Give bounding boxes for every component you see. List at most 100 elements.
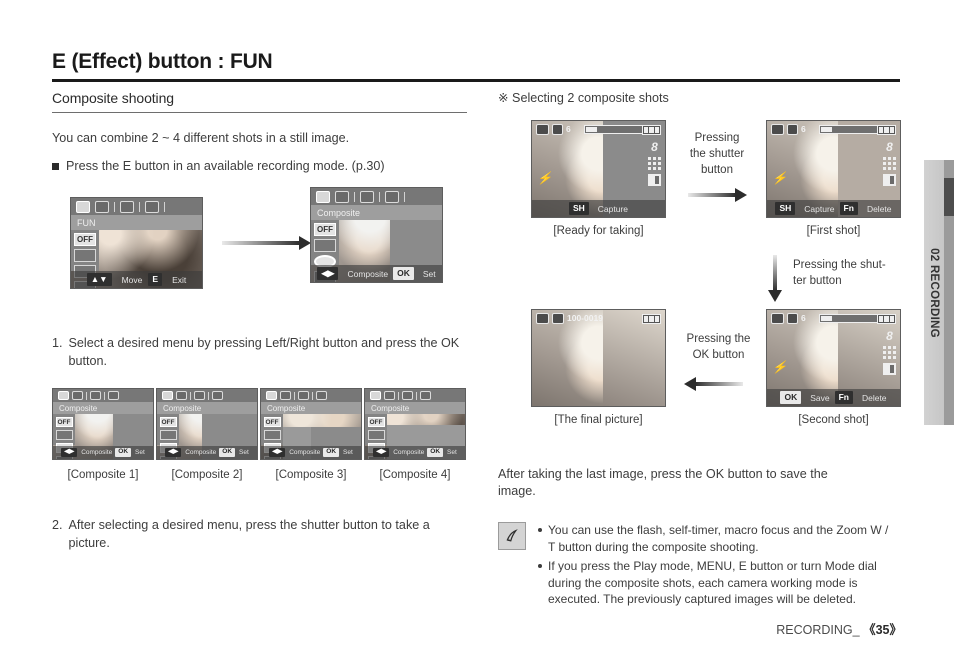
composite-nav-label: Composite	[347, 268, 389, 279]
set-label: Set	[135, 449, 145, 456]
chapter-side-tab-label: 02 RECORDING	[928, 247, 940, 338]
tab-icon-setup[interactable]	[316, 391, 327, 400]
arrow-down-icon	[768, 255, 782, 302]
ok-button-key[interactable]: OK	[219, 448, 236, 457]
option-off[interactable]: OFF	[314, 223, 336, 236]
option-photo-frame-icon[interactable]	[314, 239, 336, 252]
tab-icon-setup[interactable]	[212, 391, 223, 400]
composite-thumb-4: Composite OFF ◀▶ Composite OK Set [Compo	[364, 388, 466, 481]
leftright-key-icon[interactable]: ◀▶	[269, 448, 286, 457]
shots-icon	[787, 124, 798, 135]
ok-key[interactable]: OK	[780, 391, 802, 404]
tab-icon-mode[interactable]	[76, 200, 90, 213]
tab-icon-setup[interactable]	[108, 391, 119, 400]
tab-separator	[354, 191, 355, 202]
fn-key[interactable]: Fn	[839, 202, 858, 215]
tab-icon-effect[interactable]	[298, 391, 309, 400]
tab-icon-color[interactable]	[176, 391, 187, 400]
tab-icon-effect[interactable]	[194, 391, 205, 400]
battery-icon	[877, 125, 896, 135]
leftright-key-icon[interactable]: ◀▶	[61, 448, 78, 457]
lcd-composite-4: Composite OFF ◀▶ Composite OK Set	[364, 388, 466, 460]
menu-option-column: OFF	[53, 414, 75, 459]
tab-icon-mode[interactable]	[162, 391, 173, 400]
tab-separator	[312, 391, 313, 400]
option-off[interactable]: OFF	[263, 417, 281, 427]
tab-icon-color[interactable]	[280, 391, 291, 400]
right-column: ※ Selecting 2 composite shots 6 8 ⚡ SH C…	[498, 90, 901, 608]
arrow-right-icon	[688, 188, 747, 202]
leftright-key-icon[interactable]: ◀▶	[373, 448, 390, 457]
composite-1-caption: [Composite 1]	[67, 469, 139, 481]
bullet-text: Press the E button in an available recor…	[66, 159, 385, 173]
option-photo-frame-icon[interactable]	[263, 430, 281, 440]
page-title: E (Effect) button : FUN	[52, 50, 273, 73]
menu-tabbar	[261, 389, 361, 402]
updown-key-icon[interactable]: ▲▼	[86, 273, 112, 286]
shots-icon	[787, 313, 798, 324]
after-taking-text: After taking the last image, press the O…	[498, 467, 828, 498]
option-photo-frame-icon[interactable]	[159, 430, 177, 440]
page-footer: RECORDING_ 《35》	[776, 619, 902, 638]
tab-icon-effect[interactable]	[90, 391, 101, 400]
metering-icon	[883, 363, 896, 375]
leftright-key-icon[interactable]: ◀▶	[165, 448, 182, 457]
option-off[interactable]: OFF	[55, 417, 73, 427]
tab-icon-effect[interactable]	[360, 190, 374, 203]
ok-button-key[interactable]: OK	[393, 267, 414, 280]
shutter-key[interactable]: SH	[568, 202, 589, 215]
tab-separator	[104, 391, 105, 400]
tab-icon-mode[interactable]	[370, 391, 381, 400]
first-shot-caption: [First shot]	[806, 225, 861, 237]
ok-button-key[interactable]: OK	[427, 448, 444, 457]
tab-icon-setup[interactable]	[420, 391, 431, 400]
tab-icon-effect[interactable]	[120, 200, 134, 213]
tab-icon-setup[interactable]	[385, 190, 399, 203]
footer-page-number: 《35》	[863, 623, 902, 637]
tab-icon-color[interactable]	[384, 391, 395, 400]
shots-icon	[552, 124, 563, 135]
tab-icon-mode[interactable]	[266, 391, 277, 400]
shutter-key[interactable]: SH	[775, 202, 796, 215]
tab-icon-setup[interactable]	[145, 200, 159, 213]
option-off[interactable]: OFF	[74, 233, 96, 246]
arrow-down-block: Pressing the shut- ter button	[498, 255, 898, 303]
zoom-bar	[819, 125, 881, 134]
resolution-indicator: 8	[886, 329, 893, 343]
option-photo-frame-icon[interactable]	[367, 430, 385, 440]
lcd-bottom-bar: SH Capture Fn Delete	[767, 200, 900, 217]
tab-separator	[190, 391, 191, 400]
menu-option-column: OFF	[261, 414, 283, 459]
option-photo-frame-icon[interactable]	[74, 249, 96, 262]
menu-screens-row: FUN OFF ▲▼ Move E Exit Composite OFF ◀▶ …	[52, 187, 467, 307]
tab-icon-effect[interactable]	[402, 391, 413, 400]
set-label: Set	[239, 449, 249, 456]
file-number: 100-0019	[567, 313, 603, 324]
lcd-bottom-bar: ▲▼ Move E Exit	[71, 271, 202, 288]
arrow-right-icon	[222, 236, 311, 250]
tab-separator	[404, 191, 405, 202]
option-off[interactable]: OFF	[367, 417, 385, 427]
tab-icon-mode[interactable]	[316, 190, 330, 203]
tab-icon-color[interactable]	[72, 391, 83, 400]
menu-title: Composite	[53, 402, 153, 414]
tab-icon-mode[interactable]	[58, 391, 69, 400]
delete-label: Delete	[866, 203, 892, 214]
e-button-key[interactable]: E	[148, 273, 163, 286]
menu-option-column: OFF	[157, 414, 179, 459]
ok-button-key[interactable]: OK	[323, 448, 340, 457]
camera-mode-icon	[771, 313, 784, 324]
menu-option-column: OFF	[311, 220, 339, 282]
option-off[interactable]: OFF	[159, 417, 177, 427]
composite-thumbnails-row: Composite OFF ◀▶ Composite OK Set [Compo	[52, 388, 467, 481]
fn-key[interactable]: Fn	[834, 391, 853, 404]
leftright-key-icon[interactable]: ◀▶	[317, 267, 339, 280]
option-photo-frame-icon[interactable]	[55, 430, 73, 440]
tab-icon-color[interactable]	[95, 200, 109, 213]
second-shot-caption: [Second shot]	[798, 414, 869, 426]
arrow-shutter-line3: button	[701, 164, 733, 176]
step-1-text: Select a desired menu by pressing Left/R…	[68, 336, 460, 368]
tab-icon-color[interactable]	[335, 190, 349, 203]
ok-button-key[interactable]: OK	[115, 448, 132, 457]
lcd-bottom-bar: OK Save Fn Delete	[767, 389, 900, 406]
